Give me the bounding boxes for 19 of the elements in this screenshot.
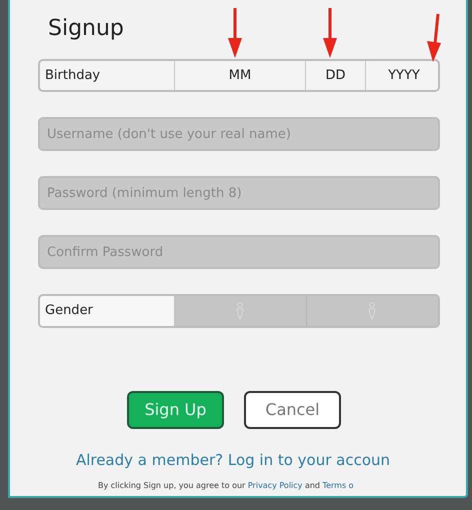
date-part-field[interactable]: YYYY (365, 61, 438, 90)
date-part-field[interactable]: MM (174, 61, 305, 90)
dialog-title: Signup (48, 15, 124, 43)
field-label: Birthday (44, 66, 102, 85)
annotation-arrow (228, 8, 242, 58)
gender-selector[interactable]: Gender (38, 294, 440, 328)
policy-link[interactable]: Terms o (322, 480, 354, 490)
annotation-arrow (427, 14, 441, 62)
birthday-field[interactable]: Birthday MM DD YYYY (38, 59, 440, 92)
annotation-arrow (323, 8, 337, 58)
input-field[interactable]: Username (don't use your real name) (38, 117, 440, 151)
date-part-field[interactable]: DD (305, 61, 365, 90)
login-link[interactable]: Already a member? Log in to your accoun (76, 449, 390, 472)
cancel-button[interactable]: Cancel (244, 391, 341, 429)
policy-link[interactable]: Privacy Policy (248, 480, 302, 490)
field-label: Gender (40, 296, 174, 326)
input-field[interactable]: Confirm Password (38, 235, 440, 269)
terms-notice: By clicking Sign up, you agree to our Privacy Policy and Terms o (98, 480, 355, 492)
input-field[interactable]: Password (minimum length 8) (38, 176, 440, 210)
